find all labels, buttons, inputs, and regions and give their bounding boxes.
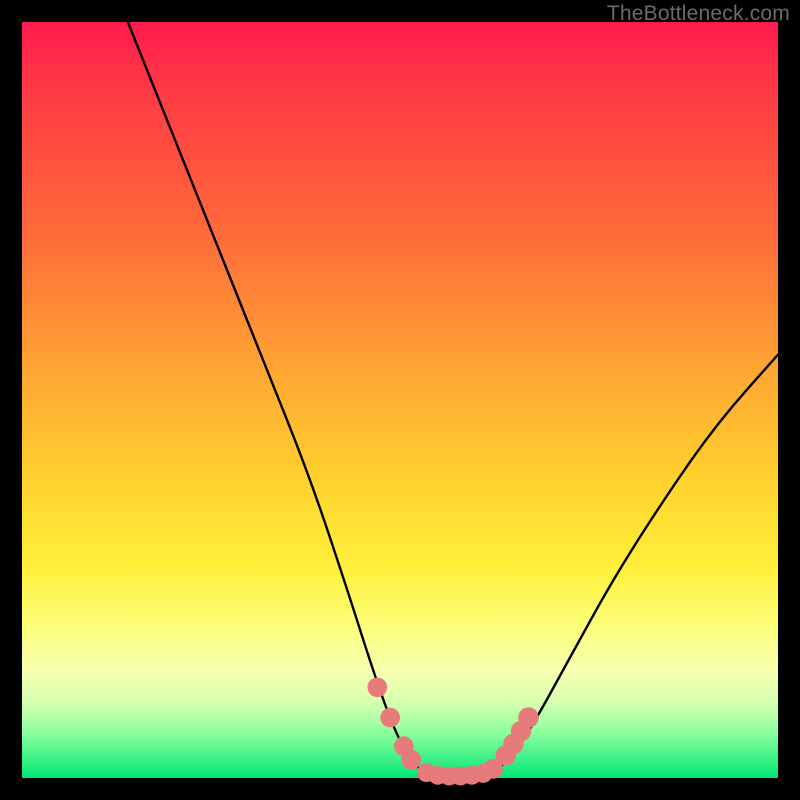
marker-dot — [402, 750, 422, 770]
plot-area — [22, 22, 778, 778]
marker-dot — [518, 707, 538, 727]
curve-markers — [368, 677, 539, 785]
marker-dot — [368, 677, 388, 697]
bottleneck-curve — [128, 22, 778, 776]
outer-frame: TheBottleneck.com — [0, 0, 800, 800]
watermark-text: TheBottleneck.com — [607, 2, 790, 26]
curve-svg — [22, 22, 778, 778]
marker-dot — [380, 708, 400, 728]
